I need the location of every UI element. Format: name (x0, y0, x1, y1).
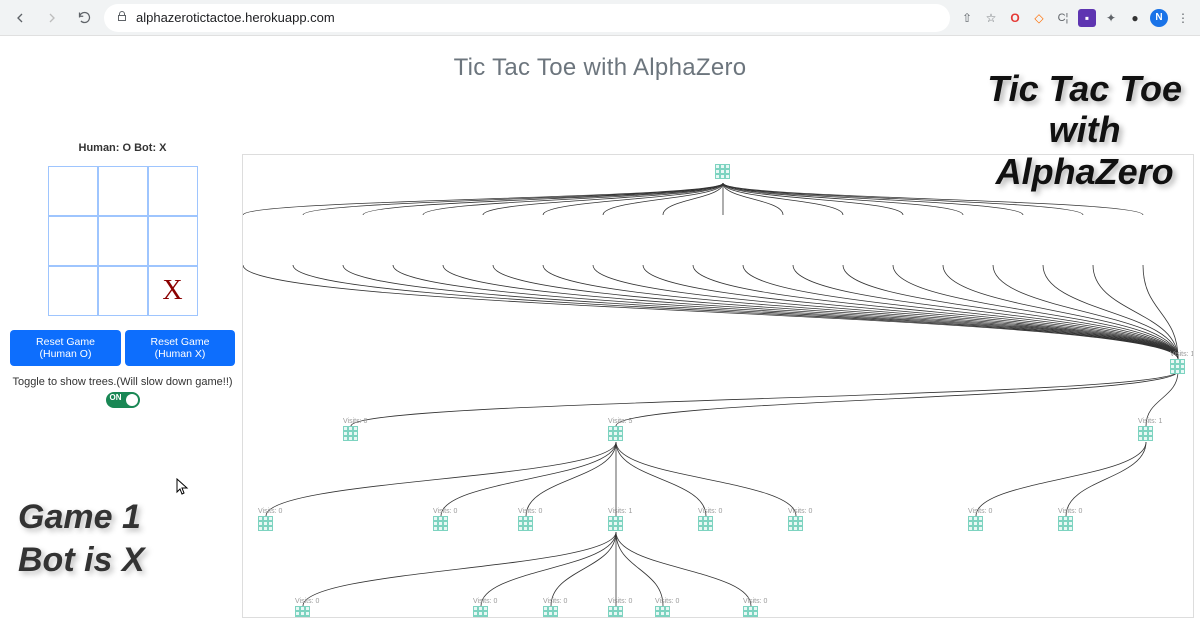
tree-l3-2[interactable]: Visits: 0 (518, 508, 542, 531)
overlay-title: Tic Tac Toe with AlphaZero (987, 68, 1182, 192)
reset-human-o-button[interactable]: Reset Game (Human O) (10, 330, 121, 366)
cell-1[interactable] (98, 166, 148, 216)
extensions-area: ⇧ ☆ O ◇ C¦ ▪ ✦ ● N ⋮ (958, 9, 1192, 27)
tree-l3-4[interactable]: Visits: 0 (698, 508, 722, 531)
game-board: X (48, 166, 198, 316)
tree-l3-1[interactable]: Visits: 0 (433, 508, 457, 531)
cell-2[interactable] (148, 166, 198, 216)
toggle-trees-switch[interactable]: ON (106, 392, 140, 408)
tree-l3-0[interactable]: Visits: 0 (258, 508, 282, 531)
player-status: Human: O Bot: X (10, 142, 235, 154)
overlay-title-l3: AlphaZero (987, 151, 1182, 192)
tree-l3-7[interactable]: Visits: 0 (1058, 508, 1082, 531)
tree-l3-6[interactable]: Visits: 0 (968, 508, 992, 531)
reset-buttons: Reset Game (Human O) Reset Game (Human X… (10, 330, 235, 366)
ext-icon-square[interactable]: ▪ (1078, 9, 1096, 27)
overlay-game-info: Game 1 Bot is X (18, 496, 145, 581)
overlay-title-l2: with (987, 109, 1182, 150)
extensions-icon[interactable]: ✦ (1102, 9, 1120, 27)
tree-l1-0[interactable]: Visits: 11 (1170, 351, 1194, 374)
toggle-on-text: ON (110, 393, 122, 402)
tree-l4-3[interactable]: Visits: 0 (608, 598, 632, 618)
tree-l2-2[interactable]: Visits: 1 (1138, 418, 1162, 441)
cell-8[interactable]: X (148, 266, 198, 316)
reload-button[interactable] (72, 6, 96, 30)
tree-visualization[interactable]: Visits: 11 Visits: 0 Visits: 5 Visits: 1 Vis… (242, 154, 1194, 618)
back-button[interactable] (8, 6, 32, 30)
cell-5[interactable] (148, 216, 198, 266)
overlay-game-l2: Bot is X (18, 539, 145, 582)
tree-l4-5[interactable]: Visits: 0 (743, 598, 767, 618)
profile-avatar[interactable]: N (1150, 9, 1168, 27)
overlay-game-l1: Game 1 (18, 496, 145, 539)
tree-edges (243, 155, 1193, 617)
tree-l2-1[interactable]: Visits: 5 (608, 418, 632, 441)
reset-human-x-button[interactable]: Reset Game (Human X) (125, 330, 235, 366)
cell-0[interactable] (48, 166, 98, 216)
cell-6[interactable] (48, 266, 98, 316)
tree-l3-5[interactable]: Visits: 0 (788, 508, 812, 531)
tree-l2-0[interactable]: Visits: 0 (343, 418, 367, 441)
ext-icon-dot[interactable]: ● (1126, 9, 1144, 27)
forward-button[interactable] (40, 6, 64, 30)
cell-3[interactable] (48, 216, 98, 266)
cell-7[interactable] (98, 266, 148, 316)
url-text: alphazerotictactoe.herokuapp.com (136, 10, 335, 25)
tree-l4-1[interactable]: Visits: 0 (473, 598, 497, 618)
cursor-icon (176, 478, 190, 499)
game-panel: Human: O Bot: X X Reset Game (Human O) R… (10, 142, 235, 408)
ext-icon-orange[interactable]: ◇ (1030, 9, 1048, 27)
overlay-title-l1: Tic Tac Toe (987, 68, 1182, 109)
tree-l4-2[interactable]: Visits: 0 (543, 598, 567, 618)
menu-icon[interactable]: ⋮ (1174, 9, 1192, 27)
address-bar[interactable]: alphazerotictactoe.herokuapp.com (104, 4, 950, 32)
browser-chrome: alphazerotictactoe.herokuapp.com ⇧ ☆ O ◇… (0, 0, 1200, 36)
ext-icon-ci[interactable]: C¦ (1054, 9, 1072, 27)
lock-icon (116, 10, 128, 25)
tree-l4-4[interactable]: Visits: 0 (655, 598, 679, 618)
toggle-trees-label: Toggle to show trees.(Will slow down gam… (10, 376, 235, 388)
page-content: Tic Tac Toe with AlphaZero Human: O Bot:… (0, 54, 1200, 624)
tree-root[interactable] (715, 163, 730, 179)
cell-4[interactable] (98, 216, 148, 266)
tree-l4-0[interactable]: Visits: 0 (295, 598, 319, 618)
tree-l3-3[interactable]: Visits: 1 (608, 508, 632, 531)
ext-icon-red[interactable]: O (1006, 9, 1024, 27)
star-icon[interactable]: ☆ (982, 9, 1000, 27)
share-icon[interactable]: ⇧ (958, 9, 976, 27)
